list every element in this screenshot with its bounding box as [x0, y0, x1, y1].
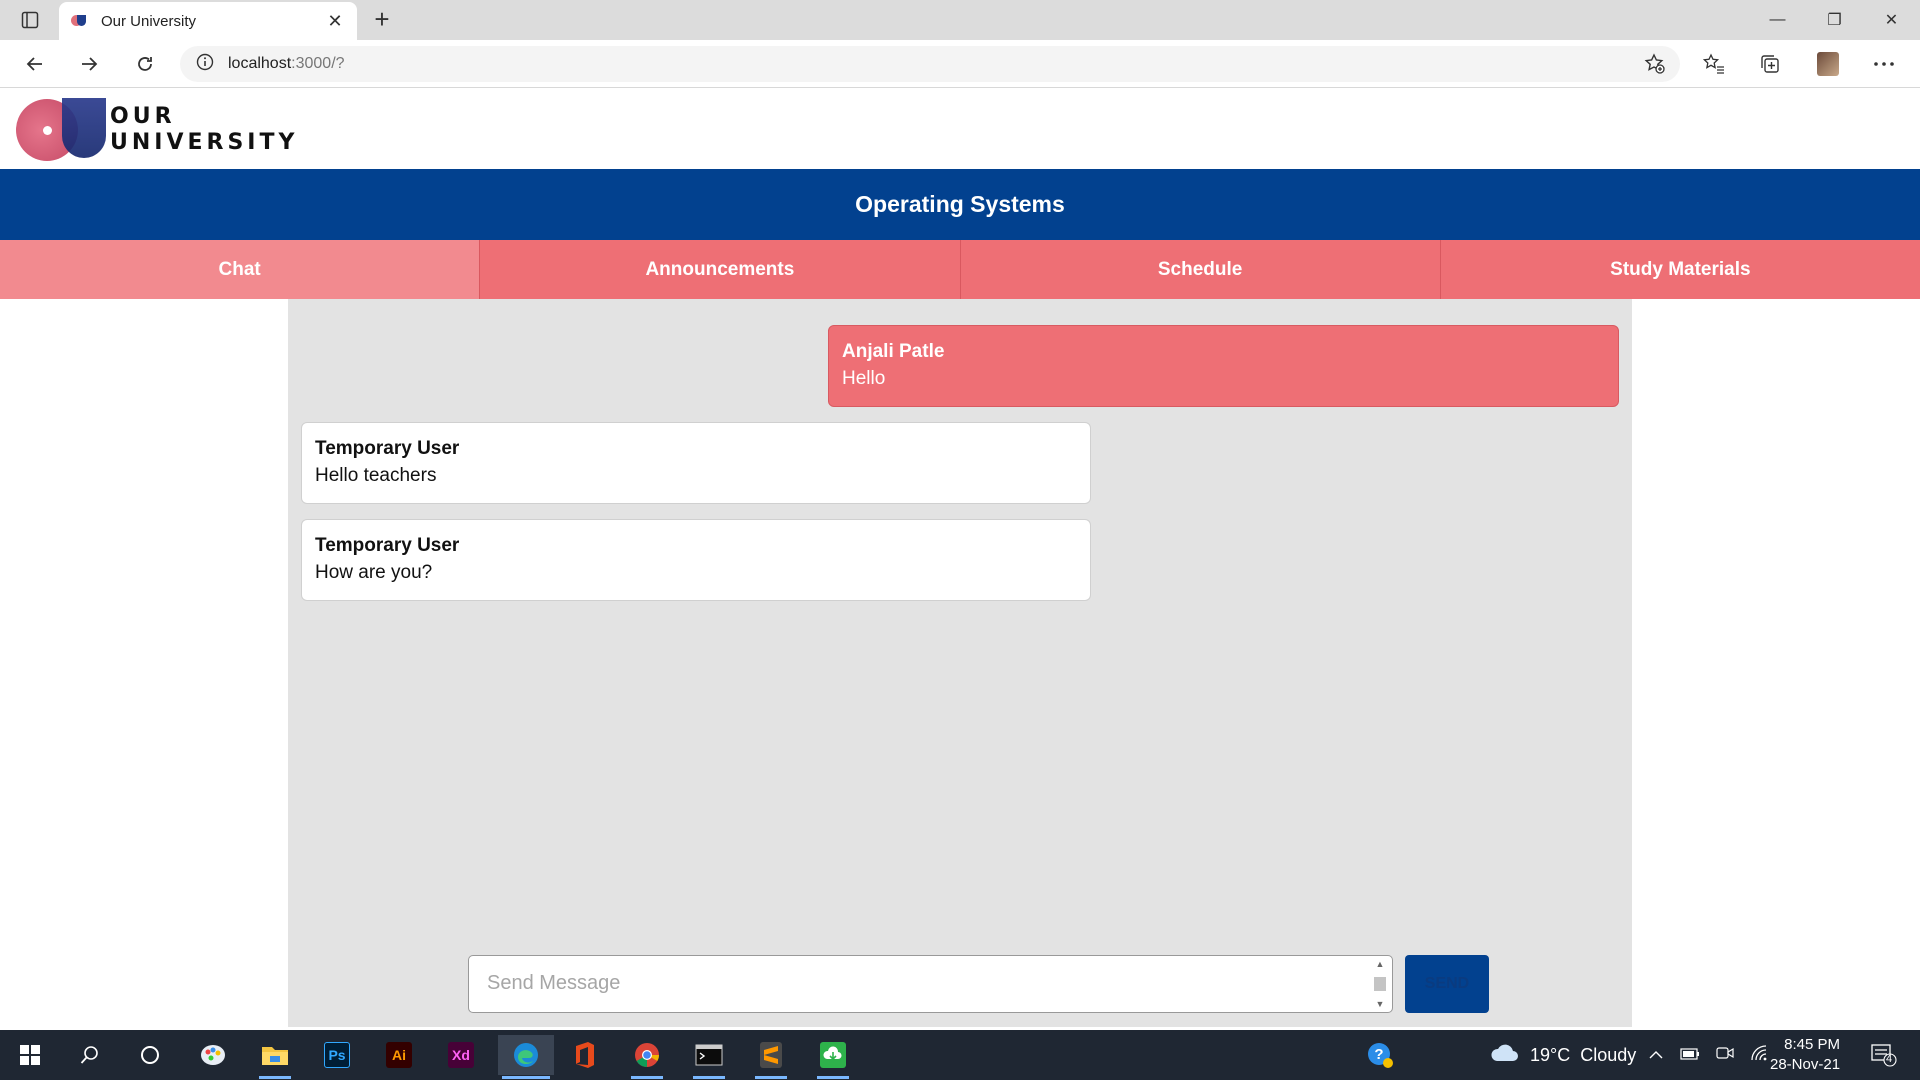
window-controls: — ❐ ✕	[1749, 0, 1920, 40]
weather-temp: 19°C	[1530, 1044, 1571, 1065]
windows-taskbar: Ps Ai Xd ? 19°C Cloudy 8:45 PM 28-Nov-21…	[0, 1030, 1920, 1080]
scroll-up-icon[interactable]: ▲	[1376, 959, 1385, 969]
close-window-icon[interactable]: ✕	[1863, 0, 1920, 40]
edge-browser-icon[interactable]	[498, 1035, 554, 1079]
scroll-thumb[interactable]	[1374, 977, 1386, 991]
browser-tab-title: Our University	[101, 12, 197, 30]
new-tab-button[interactable]: +	[368, 6, 396, 34]
message-text: How are you?	[315, 562, 433, 583]
refresh-icon	[138, 57, 152, 71]
refresh-button[interactable]	[128, 48, 162, 80]
course-title-bar: Operating Systems	[0, 169, 1920, 240]
url-path: :3000/?	[291, 55, 345, 72]
profile-avatar[interactable]	[1810, 48, 1846, 80]
help-icon[interactable]: ?	[1360, 1035, 1400, 1075]
restore-icon[interactable]: ❐	[1806, 0, 1863, 40]
collections-icon[interactable]	[1752, 48, 1788, 80]
cloud-download-app-icon[interactable]	[813, 1035, 853, 1079]
tab-schedule[interactable]: Schedule	[961, 240, 1441, 299]
site-info-icon[interactable]	[196, 53, 214, 76]
message-sender: Temporary User	[315, 535, 460, 556]
add-favorite-icon[interactable]	[1637, 48, 1673, 80]
tab-chat[interactable]: Chat	[0, 240, 481, 299]
browser-toolbar: localhost:3000/?	[0, 40, 1920, 88]
chat-panel: Anjali Patle Hello Temporary User Hello …	[288, 299, 1632, 1027]
chat-message: Temporary User How are you?	[301, 519, 1091, 601]
back-button[interactable]	[18, 48, 52, 80]
system-tray	[1648, 1030, 1768, 1080]
url-text: localhost:3000/?	[228, 55, 345, 73]
taskbar-clock[interactable]: 8:45 PM 28-Nov-21	[1770, 1030, 1840, 1080]
svg-text:?: ?	[1374, 1046, 1383, 1063]
message-text: Hello	[842, 368, 886, 389]
wifi-icon[interactable]	[1750, 1045, 1768, 1065]
weather-desc: Cloudy	[1580, 1044, 1637, 1065]
tab-study-materials[interactable]: Study Materials	[1441, 240, 1920, 299]
favorites-icon[interactable]	[1696, 48, 1732, 80]
sublime-text-icon[interactable]	[751, 1035, 791, 1079]
course-title: Operating Systems	[855, 191, 1065, 217]
scroll-down-icon[interactable]: ▼	[1376, 999, 1385, 1009]
logo-text-line2: UNIVERSITY	[110, 130, 299, 155]
forward-arrow-icon	[82, 57, 98, 71]
office-icon[interactable]	[565, 1035, 605, 1075]
back-arrow-icon	[26, 57, 42, 71]
site-favicon-icon	[71, 13, 87, 29]
clock-date: 28-Nov-21	[1770, 1056, 1841, 1073]
address-bar[interactable]: localhost:3000/?	[180, 46, 1680, 82]
notification-count: 4	[1886, 1053, 1893, 1065]
paint-app-icon[interactable]	[193, 1035, 233, 1075]
photoshop-icon[interactable]: Ps	[317, 1035, 357, 1075]
adobe-xd-icon[interactable]: Xd	[441, 1035, 481, 1075]
logo-text-line1: OUR	[110, 104, 176, 129]
forward-button[interactable]	[72, 48, 106, 80]
course-tabs: Chat Announcements Schedule Study Materi…	[0, 240, 1920, 299]
message-text: Hello teachers	[315, 465, 437, 486]
tab-announcements[interactable]: Announcements	[480, 240, 961, 299]
message-input[interactable]	[468, 955, 1393, 1013]
more-options-icon[interactable]	[1866, 48, 1902, 80]
chrome-icon[interactable]	[627, 1035, 667, 1079]
browser-tabstrip: Our University ✕ + — ❐ ✕	[0, 0, 1920, 40]
site-header: OUR UNIVERSITY	[0, 88, 1920, 169]
start-windows-icon[interactable]	[10, 1035, 50, 1075]
terminal-icon[interactable]	[689, 1035, 729, 1079]
cortana-icon[interactable]	[130, 1035, 170, 1075]
browser-tab[interactable]: Our University ✕	[59, 2, 357, 40]
message-composer: ▲ ▼ SEND	[468, 955, 1489, 1015]
university-logo[interactable]: OUR UNIVERSITY	[16, 98, 299, 161]
input-scrollbar[interactable]: ▲ ▼	[1372, 959, 1388, 1009]
weather-widget[interactable]: 19°C Cloudy	[1490, 1030, 1636, 1080]
illustrator-icon[interactable]: Ai	[379, 1035, 419, 1075]
minimize-icon[interactable]: —	[1749, 0, 1806, 40]
message-sender: Temporary User	[315, 438, 460, 459]
tab-actions-icon[interactable]	[14, 8, 46, 32]
meet-now-icon[interactable]	[1716, 1045, 1734, 1065]
clock-time: 8:45 PM	[1784, 1036, 1841, 1053]
chat-message: Temporary User Hello teachers	[301, 422, 1091, 504]
url-host: localhost	[228, 55, 292, 72]
search-icon[interactable]	[70, 1035, 110, 1075]
close-tab-icon[interactable]: ✕	[325, 11, 345, 32]
chevron-up-icon[interactable]	[1648, 1047, 1664, 1064]
notifications-icon[interactable]: 4	[1864, 1035, 1904, 1075]
chat-message-own: Anjali Patle Hello	[828, 325, 1619, 407]
message-sender: Anjali Patle	[842, 341, 945, 362]
cloud-icon	[1490, 1043, 1520, 1068]
battery-icon[interactable]	[1680, 1047, 1700, 1064]
send-button[interactable]: SEND	[1405, 955, 1489, 1013]
file-explorer-icon[interactable]	[255, 1035, 295, 1079]
